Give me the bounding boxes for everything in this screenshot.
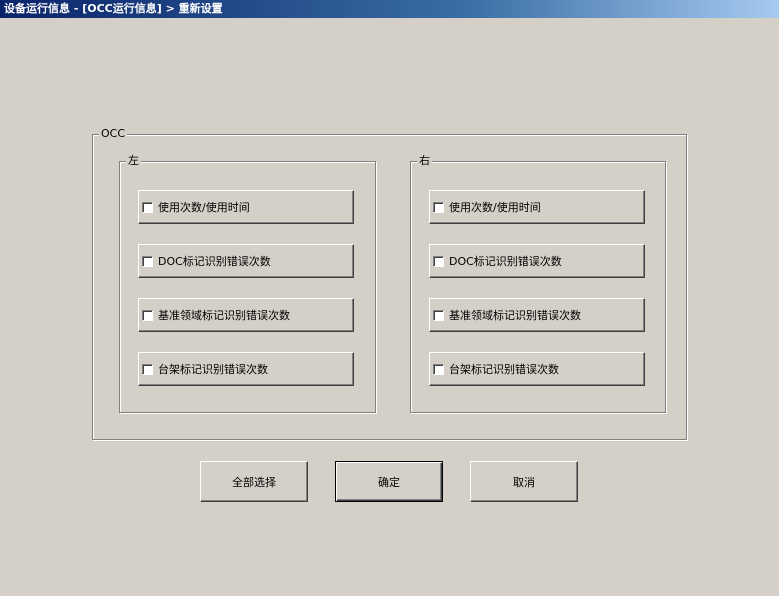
right-usage-count-label: 使用次数/使用时间 [449,201,541,214]
left-stand-mark-error-option[interactable]: 台架标记识别错误次数 [138,352,354,386]
left-doc-mark-error-option[interactable]: DOC标记识别错误次数 [138,244,354,278]
left-stand-mark-error-checkbox[interactable] [142,363,153,375]
left-reference-area-error-checkbox[interactable] [142,309,153,321]
left-reference-area-error-option[interactable]: 基准领域标记识别错误次数 [138,298,354,332]
right-doc-mark-error-label: DOC标记识别错误次数 [449,255,562,268]
right-reference-area-error-label: 基准领域标记识别错误次数 [449,309,581,322]
right-group-label: 右 [417,154,432,168]
right-stand-mark-error-checkbox[interactable] [433,363,444,375]
right-stand-mark-error-option[interactable]: 台架标记识别错误次数 [429,352,645,386]
left-usage-count-label: 使用次数/使用时间 [158,201,250,214]
right-stand-mark-error-label: 台架标记识别错误次数 [449,363,559,376]
right-usage-count-checkbox[interactable] [433,201,444,213]
left-usage-count-checkbox[interactable] [142,201,153,213]
left-group-label: 左 [126,154,141,168]
right-doc-mark-error-option[interactable]: DOC标记识别错误次数 [429,244,645,278]
left-usage-count-option[interactable]: 使用次数/使用时间 [138,190,354,224]
left-doc-mark-error-checkbox[interactable] [142,255,153,267]
select-all-button[interactable]: 全部选择 [200,461,308,502]
left-reference-area-error-label: 基准领域标记识别错误次数 [158,309,290,322]
occ-group-label: OCC [99,127,128,141]
cancel-button[interactable]: 取消 [470,461,578,502]
right-doc-mark-error-checkbox[interactable] [433,255,444,267]
right-reference-area-error-checkbox[interactable] [433,309,444,321]
left-stand-mark-error-label: 台架标记识别错误次数 [158,363,268,376]
ok-button[interactable]: 确定 [335,461,443,502]
window-title: 设备运行信息 - [OCC运行信息] > 重新设置 [0,0,779,18]
right-reference-area-error-option[interactable]: 基准领域标记识别错误次数 [429,298,645,332]
right-usage-count-option[interactable]: 使用次数/使用时间 [429,190,645,224]
left-doc-mark-error-label: DOC标记识别错误次数 [158,255,271,268]
